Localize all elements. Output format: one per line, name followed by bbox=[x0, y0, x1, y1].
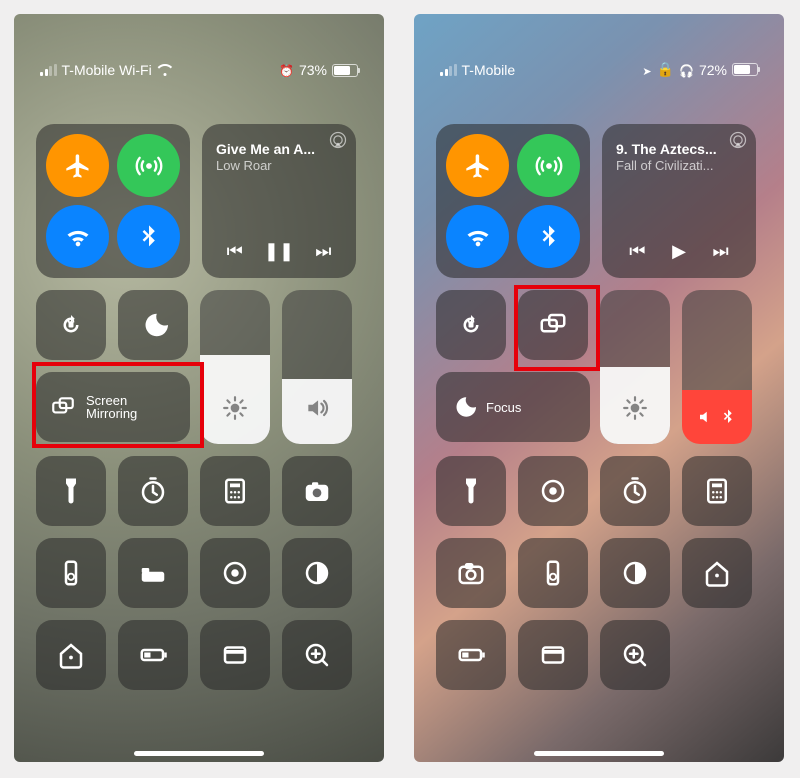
bluetooth-button[interactable] bbox=[517, 205, 580, 268]
bluetooth-button[interactable] bbox=[117, 205, 180, 268]
alarm-icon bbox=[279, 62, 294, 78]
battery-percent-label: 72% bbox=[699, 62, 727, 78]
focus-button[interactable]: Focus bbox=[436, 372, 590, 442]
wifi-button[interactable] bbox=[46, 205, 109, 268]
airplane-mode-button[interactable] bbox=[46, 134, 109, 197]
flashlight-button[interactable] bbox=[36, 456, 106, 526]
media-panel[interactable]: 9. The Aztecs... Fall of Civilizati... ⏮… bbox=[602, 124, 756, 278]
remote-button[interactable] bbox=[518, 538, 588, 608]
focus-label: Focus bbox=[486, 401, 521, 414]
battery-icon bbox=[732, 63, 758, 76]
ios-control-center-right: T-Mobile 🔒 72% 9. The Aztecs... Fall of … bbox=[414, 14, 784, 762]
volume-slider[interactable] bbox=[282, 290, 352, 444]
home-button[interactable] bbox=[682, 538, 752, 608]
screen-mirroring-button[interactable]: Screen Mirroring bbox=[36, 372, 190, 442]
calculator-button[interactable] bbox=[682, 456, 752, 526]
play-pause-button[interactable]: ❚❚ bbox=[264, 241, 294, 262]
prev-track-button[interactable]: ⏮ bbox=[629, 241, 645, 262]
wallet-button[interactable] bbox=[200, 620, 270, 690]
rotation-lock-status-icon: 🔒 bbox=[657, 61, 674, 78]
location-icon bbox=[642, 62, 651, 78]
prev-track-button[interactable]: ⏮ bbox=[227, 241, 243, 262]
brightness-slider[interactable] bbox=[600, 290, 670, 444]
next-track-button[interactable]: ⏭ bbox=[315, 241, 331, 262]
carrier-label: T-Mobile Wi-Fi bbox=[62, 62, 152, 78]
volume-slider[interactable] bbox=[682, 290, 752, 444]
camera-button[interactable] bbox=[282, 456, 352, 526]
home-indicator[interactable] bbox=[134, 751, 264, 756]
cellular-signal-icon bbox=[440, 64, 457, 76]
cellular-data-button[interactable] bbox=[117, 134, 180, 197]
wifi-button[interactable] bbox=[446, 205, 509, 268]
dark-mode-button[interactable] bbox=[282, 538, 352, 608]
connectivity-panel[interactable] bbox=[36, 124, 190, 278]
sleep-button[interactable] bbox=[118, 538, 188, 608]
media-subtitle: Low Roar bbox=[216, 159, 342, 173]
cellular-signal-icon bbox=[40, 64, 57, 76]
wifi-icon bbox=[157, 64, 173, 76]
battery-icon bbox=[332, 64, 358, 77]
battery-percent-label: 73% bbox=[299, 62, 327, 78]
status-bar: T-Mobile Wi-Fi 73% bbox=[14, 14, 384, 86]
airplane-mode-button[interactable] bbox=[446, 134, 509, 197]
media-title: Give Me an A... bbox=[216, 142, 342, 157]
wallet-button[interactable] bbox=[518, 620, 588, 690]
brightness-slider[interactable] bbox=[200, 290, 270, 444]
play-pause-button[interactable]: ▶ bbox=[672, 241, 686, 262]
airplay-icon bbox=[728, 130, 748, 150]
cellular-data-button[interactable] bbox=[517, 134, 580, 197]
do-not-disturb-button[interactable] bbox=[118, 290, 188, 360]
audio-share-indicator bbox=[682, 390, 752, 444]
headphones-icon bbox=[679, 62, 694, 78]
record-button[interactable] bbox=[200, 538, 270, 608]
rotation-lock-button[interactable] bbox=[36, 290, 106, 360]
next-track-button[interactable]: ⏭ bbox=[712, 241, 728, 262]
media-title: 9. The Aztecs... bbox=[616, 142, 742, 157]
volume-icon bbox=[304, 395, 330, 426]
magnifier-button[interactable] bbox=[282, 620, 352, 690]
media-subtitle: Fall of Civilizati... bbox=[616, 159, 742, 173]
screen-mirroring-label: Screen Mirroring bbox=[86, 394, 137, 420]
airplay-icon bbox=[328, 130, 348, 150]
home-button[interactable] bbox=[36, 620, 106, 690]
calculator-button[interactable] bbox=[200, 456, 270, 526]
magnifier-button[interactable] bbox=[600, 620, 670, 690]
screen-mirroring-button[interactable] bbox=[518, 290, 588, 360]
ios-control-center-left: T-Mobile Wi-Fi 73% bbox=[14, 14, 384, 762]
low-power-button[interactable] bbox=[436, 620, 506, 690]
remote-button[interactable] bbox=[36, 538, 106, 608]
media-panel[interactable]: Give Me an A... Low Roar ⏮ ❚❚ ⏭ bbox=[202, 124, 356, 278]
dark-mode-button[interactable] bbox=[600, 538, 670, 608]
status-bar: T-Mobile 🔒 72% bbox=[414, 14, 784, 86]
brightness-icon bbox=[622, 395, 648, 426]
low-power-button[interactable] bbox=[118, 620, 188, 690]
timer-button[interactable] bbox=[118, 456, 188, 526]
carrier-label: T-Mobile bbox=[462, 62, 516, 78]
brightness-icon bbox=[222, 395, 248, 426]
flashlight-button[interactable] bbox=[436, 456, 506, 526]
rotation-lock-button[interactable] bbox=[436, 290, 506, 360]
timer-button[interactable] bbox=[600, 456, 670, 526]
record-button[interactable] bbox=[518, 456, 588, 526]
camera-button[interactable] bbox=[436, 538, 506, 608]
home-indicator[interactable] bbox=[534, 751, 664, 756]
connectivity-panel[interactable] bbox=[436, 124, 590, 278]
